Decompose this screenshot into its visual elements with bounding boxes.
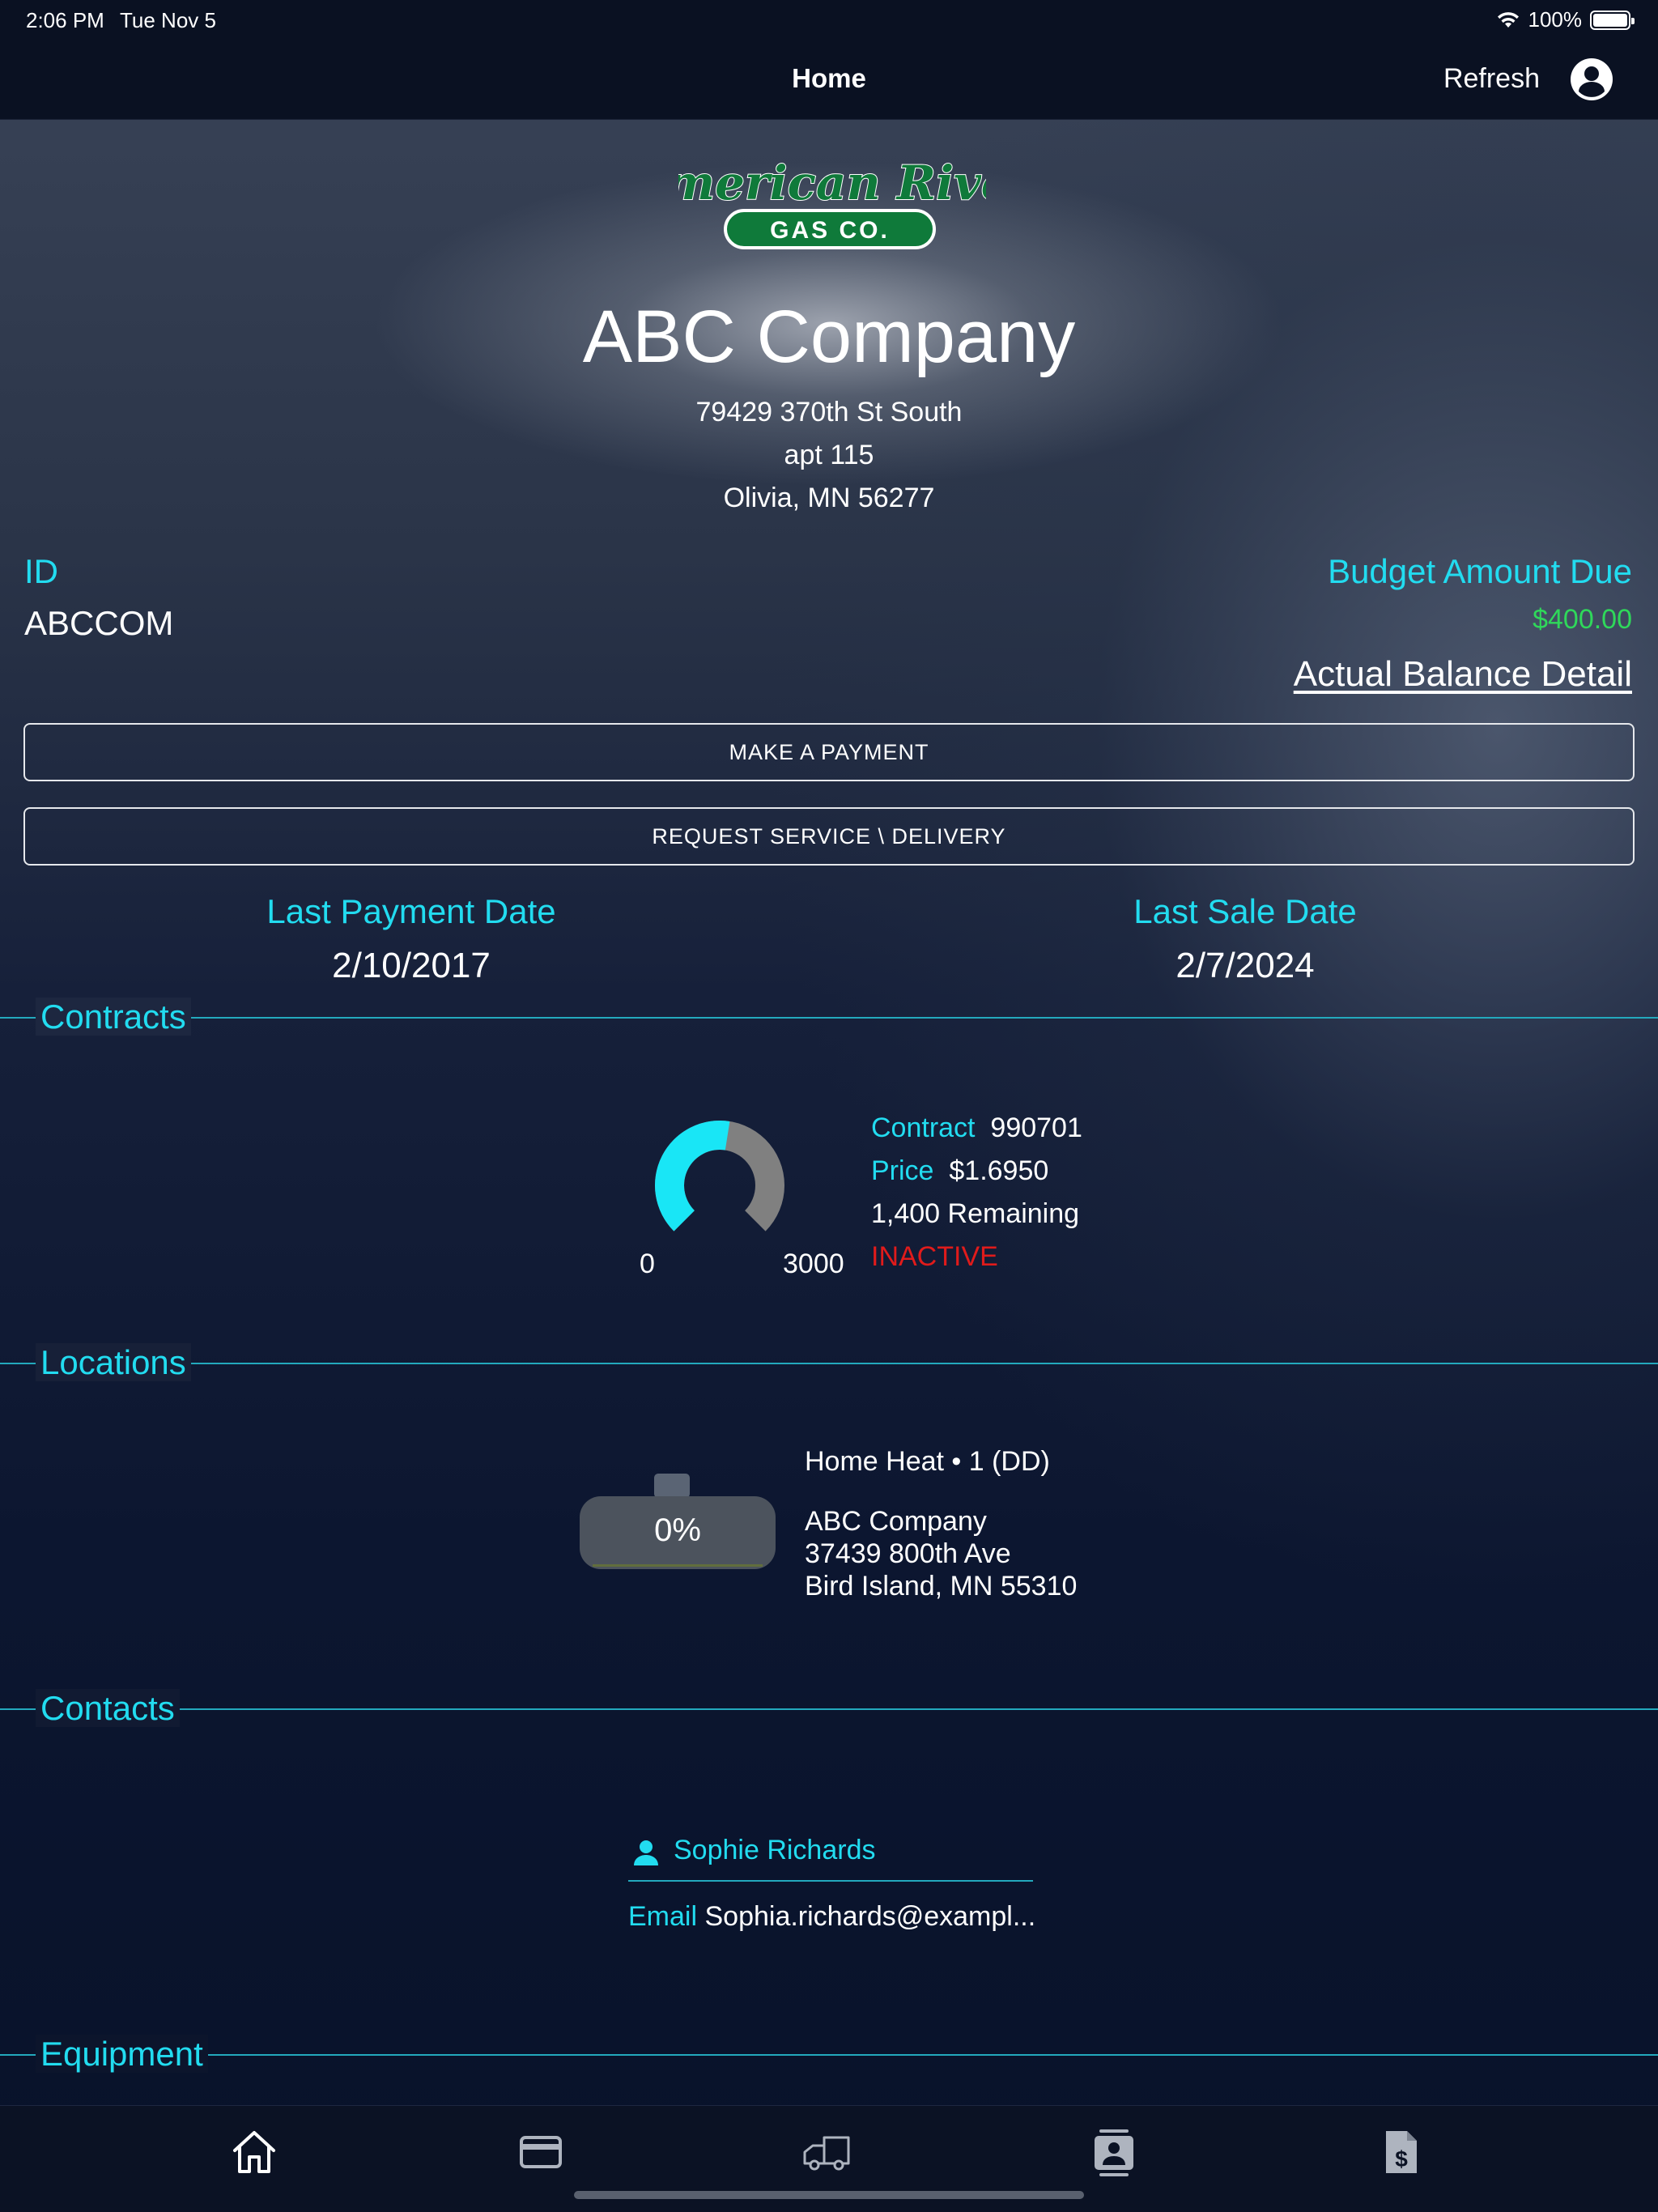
- invoice-dollar-icon[interactable]: $: [1375, 2126, 1426, 2178]
- gauge-fill: [655, 1121, 730, 1231]
- status-time: 2:06 PM: [26, 8, 104, 32]
- contacts-section-divider: [0, 1708, 1658, 1710]
- contract-label: Contract: [871, 1112, 976, 1143]
- request-service-button[interactable]: REQUEST SERVICE \ DELIVERY: [23, 807, 1635, 866]
- company-address-line3: Olivia, MN 56277: [723, 483, 935, 513]
- contact-name[interactable]: Sophie Richards: [674, 1835, 875, 1866]
- logo-script-text: American River: [678, 155, 986, 211]
- app-screen: 2:06 PM Tue Nov 5 100% Home Refresh Amer…: [0, 0, 1658, 2212]
- contracts-section-title: Contracts: [26, 998, 201, 1036]
- delivery-truck-icon[interactable]: [801, 2126, 853, 2178]
- credit-card-icon[interactable]: [515, 2126, 567, 2178]
- status-date: Tue Nov 5: [120, 8, 216, 32]
- location-name: ABC Company: [805, 1506, 987, 1537]
- actual-balance-detail-link[interactable]: Actual Balance Detail: [1294, 654, 1632, 695]
- tank-level-percent: 0%: [654, 1512, 701, 1548]
- contract-gauge: [655, 1121, 784, 1231]
- location-city: Bird Island, MN 55310: [805, 1571, 1078, 1602]
- contract-remaining: 1,400 Remaining: [871, 1198, 1080, 1229]
- last-payment-date-label: Last Payment Date: [266, 892, 556, 930]
- status-indicators: 100%: [1496, 7, 1635, 32]
- logo-sub-text: GAS CO.: [770, 217, 890, 244]
- contract-number-row: Contract 990701: [871, 1112, 1082, 1144]
- contact-email-row: Email Sophia.richards@exampl...: [628, 1901, 1035, 1933]
- home-indicator[interactable]: [574, 2191, 1084, 2199]
- company-name: ABC Company: [582, 296, 1076, 378]
- navigation-bar: Home Refresh: [0, 39, 1658, 120]
- page-title: Home: [792, 63, 866, 93]
- home-icon[interactable]: [228, 2126, 280, 2178]
- last-payment-date-value: 2/10/2017: [332, 946, 491, 985]
- gauge-max-label: 3000: [783, 1249, 844, 1279]
- equipment-section-divider: [0, 2054, 1658, 2056]
- contract-number: 990701: [990, 1112, 1082, 1143]
- contact-card-icon[interactable]: [1088, 2126, 1140, 2178]
- wifi-icon: [1497, 11, 1519, 28]
- email-value[interactable]: Sophia.richards@exampl...: [704, 1901, 1035, 1932]
- company-address-line1: 79429 370th St South: [695, 397, 963, 428]
- gauge-min-label: 0: [640, 1249, 655, 1279]
- person-icon: [634, 1840, 658, 1865]
- budget-amount-label: Budget Amount Due: [1328, 552, 1632, 590]
- location-title[interactable]: Home Heat • 1 (DD): [805, 1446, 1050, 1478]
- price-value: $1.6950: [949, 1155, 1049, 1186]
- location-street: 37439 800th Ave: [805, 1538, 1011, 1569]
- refresh-button[interactable]: Refresh: [1443, 63, 1540, 95]
- equipment-section-title: Equipment: [26, 2035, 218, 2074]
- contracts-section-divider: [0, 1017, 1658, 1019]
- contact-divider: [628, 1880, 1033, 1882]
- svg-text:$: $: [1395, 2146, 1408, 2172]
- contacts-section-title: Contacts: [26, 1689, 189, 1728]
- last-sale-date-value: 2/7/2024: [1175, 946, 1315, 985]
- account-id-value: ABCCOM: [24, 604, 174, 642]
- company-logo: American River GAS CO.: [678, 155, 986, 249]
- contract-price-row: Price $1.6950: [871, 1155, 1048, 1187]
- locations-section-divider: [0, 1363, 1658, 1364]
- make-payment-button[interactable]: MAKE A PAYMENT: [23, 723, 1635, 781]
- status-bar: 2:06 PM Tue Nov 5 100%: [0, 0, 1658, 39]
- locations-section-title: Locations: [26, 1343, 201, 1382]
- account-id-label: ID: [24, 552, 58, 590]
- battery-percent: 100%: [1528, 7, 1583, 32]
- company-address-line2: apt 115: [784, 440, 874, 470]
- last-sale-date-label: Last Sale Date: [1133, 892, 1357, 930]
- price-label: Price: [871, 1155, 934, 1186]
- email-label: Email: [628, 1901, 698, 1932]
- contract-status-badge: INACTIVE: [871, 1241, 998, 1272]
- account-icon[interactable]: [1569, 57, 1614, 102]
- budget-amount-value: $400.00: [1533, 604, 1632, 635]
- battery-icon: [1590, 10, 1635, 30]
